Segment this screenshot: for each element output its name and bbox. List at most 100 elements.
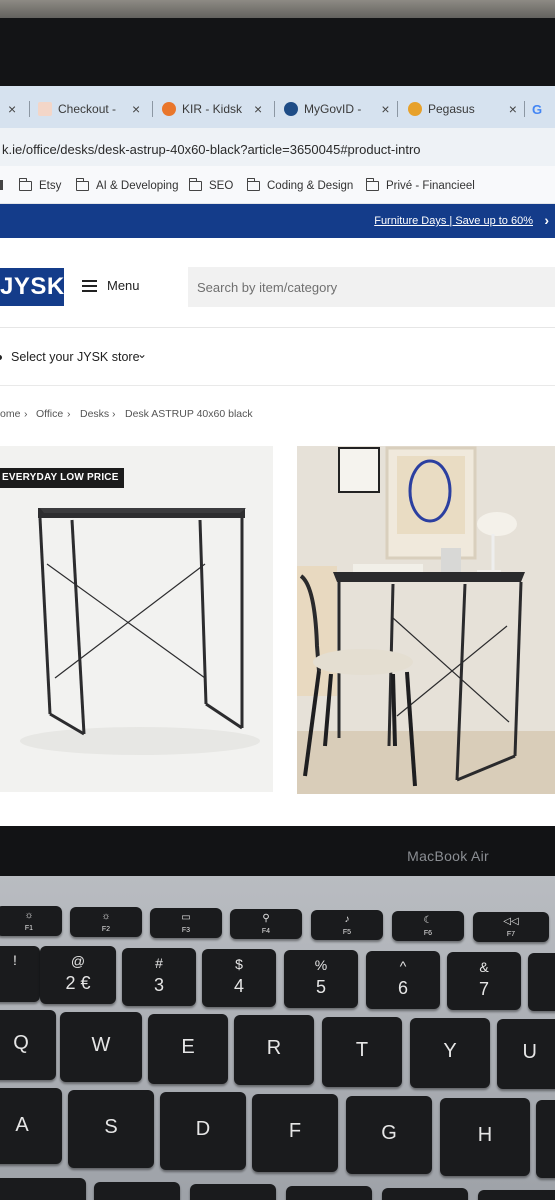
brightness-down-icon: ☼ (24, 910, 34, 921)
browser-window: × Checkout - × KIR - Kidsk × MyGovID - ×… (0, 86, 555, 826)
tab-label: MyGovID - (304, 102, 362, 116)
key-q[interactable]: Q (0, 1010, 56, 1080)
key-partial[interactable] (0, 1178, 86, 1200)
key-1[interactable]: ! (0, 946, 40, 1002)
bookmark-coding-design[interactable]: Coding & Design (246, 178, 353, 192)
tab-separator (152, 101, 153, 117)
key-2[interactable]: @ 2 € (40, 946, 116, 1004)
rewind-icon: ◁◁ (503, 916, 519, 927)
bookmark-label: SEO (209, 180, 234, 192)
folder-icon (0, 180, 3, 190)
address-bar[interactable]: k.ie/office/desks/desk-astrup-40x60-blac… (0, 128, 555, 166)
tab-separator (524, 101, 525, 117)
tab-bar: × Checkout - × KIR - Kidsk × MyGovID - ×… (0, 86, 555, 128)
key-3[interactable]: # 3 (122, 948, 196, 1006)
key-r[interactable]: R (234, 1015, 314, 1085)
key-8-partial[interactable] (528, 953, 555, 1011)
key-w[interactable]: W (60, 1012, 142, 1082)
microphone-icon: ♪ (344, 914, 350, 925)
key-5[interactable]: % 5 (284, 950, 358, 1008)
breadcrumb-separator: › (67, 408, 71, 420)
keyboard-deck: ☼ F1 ☼ F2 ▭ F3 ⚲ F4 ♪ F5 ☾ F6 ◁◁ F7 ! @ … (0, 876, 555, 1200)
tab-kir[interactable]: KIR - Kidsk × (162, 95, 262, 123)
breadcrumb-current: Desk ASTRUP 40x60 black (125, 408, 253, 420)
key-u[interactable]: U (497, 1019, 555, 1089)
key-f4[interactable]: ⚲ F4 (230, 909, 302, 939)
key-e[interactable]: E (148, 1014, 228, 1084)
bookmarks-bar: Etsy AI & Developing SEO Coding & Design… (0, 166, 555, 204)
key-f[interactable]: F (252, 1094, 338, 1172)
key-s[interactable]: S (68, 1090, 154, 1168)
bookmark-ai-developing[interactable]: AI & Developing (75, 178, 178, 192)
pegasus-icon (408, 102, 422, 116)
key-partial[interactable] (190, 1184, 276, 1200)
product-image-lifestyle[interactable] (297, 446, 555, 794)
breadcrumb-office[interactable]: Office (36, 408, 63, 420)
bookmark-prive-financieel[interactable]: Privé - Financieel (365, 178, 475, 192)
key-f1[interactable]: ☼ F1 (0, 906, 62, 936)
folder-icon (188, 178, 202, 191)
cart-icon (38, 102, 52, 116)
jysk-logo[interactable]: JYSK (0, 268, 64, 306)
key-f5[interactable]: ♪ F5 (311, 910, 383, 940)
close-icon[interactable]: × (509, 101, 517, 117)
store-selector-label: Select your JYSK store (11, 350, 140, 364)
folder-icon (18, 178, 32, 191)
tab-label: Checkout - (58, 102, 117, 116)
key-partial[interactable] (478, 1190, 555, 1200)
key-7[interactable]: & 7 (447, 952, 521, 1010)
key-t[interactable]: T (322, 1017, 402, 1087)
url-text: k.ie/office/desks/desk-astrup-40x60-blac… (2, 142, 421, 157)
laptop-brand-label: MacBook Air (407, 848, 489, 864)
key-f6[interactable]: ☾ F6 (392, 911, 464, 941)
key-f2[interactable]: ☼ F2 (70, 907, 142, 937)
key-d[interactable]: D (160, 1092, 246, 1170)
close-icon[interactable]: × (381, 101, 389, 117)
key-6[interactable]: ^ 6 (366, 951, 440, 1009)
close-icon[interactable]: × (8, 101, 16, 117)
close-icon[interactable]: × (132, 101, 140, 117)
promo-link[interactable]: Furniture Days | Save up to 60% (374, 215, 533, 227)
tab-google-partial[interactable]: G (532, 95, 542, 123)
key-4[interactable]: $ 4 (202, 949, 276, 1007)
bookmark-label: Privé - Financieel (386, 180, 475, 192)
tab-mygovid[interactable]: MyGovID - × (284, 95, 390, 123)
folder-icon (365, 178, 379, 191)
key-partial[interactable] (94, 1182, 180, 1200)
tab-pegasus[interactable]: Pegasus × (408, 95, 517, 123)
store-selector[interactable]: Select your JYSK store ⌄ (0, 328, 555, 386)
tab-checkout[interactable]: Checkout - × (38, 95, 140, 123)
key-partial[interactable] (382, 1188, 468, 1200)
key-j-partial[interactable] (536, 1100, 555, 1178)
location-icon (0, 355, 2, 360)
search-icon: ⚲ (262, 913, 270, 924)
folder-icon (246, 178, 260, 191)
chevron-right-icon[interactable]: › (544, 212, 549, 228)
brightness-up-icon: ☼ (101, 911, 111, 922)
tab-separator (29, 101, 30, 117)
tab-separator (397, 101, 398, 117)
promo-banner[interactable]: Furniture Days | Save up to 60% › (0, 204, 555, 238)
key-a[interactable]: A (0, 1088, 62, 1164)
close-icon[interactable]: × (254, 101, 262, 117)
hamburger-icon (82, 280, 97, 292)
bookmark-partial[interactable] (0, 180, 3, 190)
key-f7[interactable]: ◁◁ F7 (473, 912, 549, 942)
breadcrumb-desks[interactable]: Desks (80, 408, 109, 420)
bookmark-seo[interactable]: SEO (188, 178, 234, 192)
key-f3[interactable]: ▭ F3 (150, 908, 222, 938)
bookmark-label: Etsy (39, 180, 62, 192)
product-gallery: EVERYDAY LOW PRICE (0, 446, 555, 826)
key-partial[interactable] (286, 1186, 372, 1200)
search-input[interactable] (188, 267, 555, 307)
tab-partial[interactable]: × (8, 95, 16, 123)
key-g[interactable]: G (346, 1096, 432, 1174)
product-image-main[interactable]: EVERYDAY LOW PRICE (0, 446, 273, 792)
breadcrumb-home[interactable]: ome (0, 408, 20, 420)
menu-button[interactable]: Menu (82, 278, 140, 293)
bookmark-etsy[interactable]: Etsy (18, 178, 62, 192)
key-y[interactable]: Y (410, 1018, 490, 1088)
key-h[interactable]: H (440, 1098, 530, 1176)
site-header: JYSK Menu (0, 238, 555, 328)
mission-control-icon: ▭ (181, 912, 191, 923)
